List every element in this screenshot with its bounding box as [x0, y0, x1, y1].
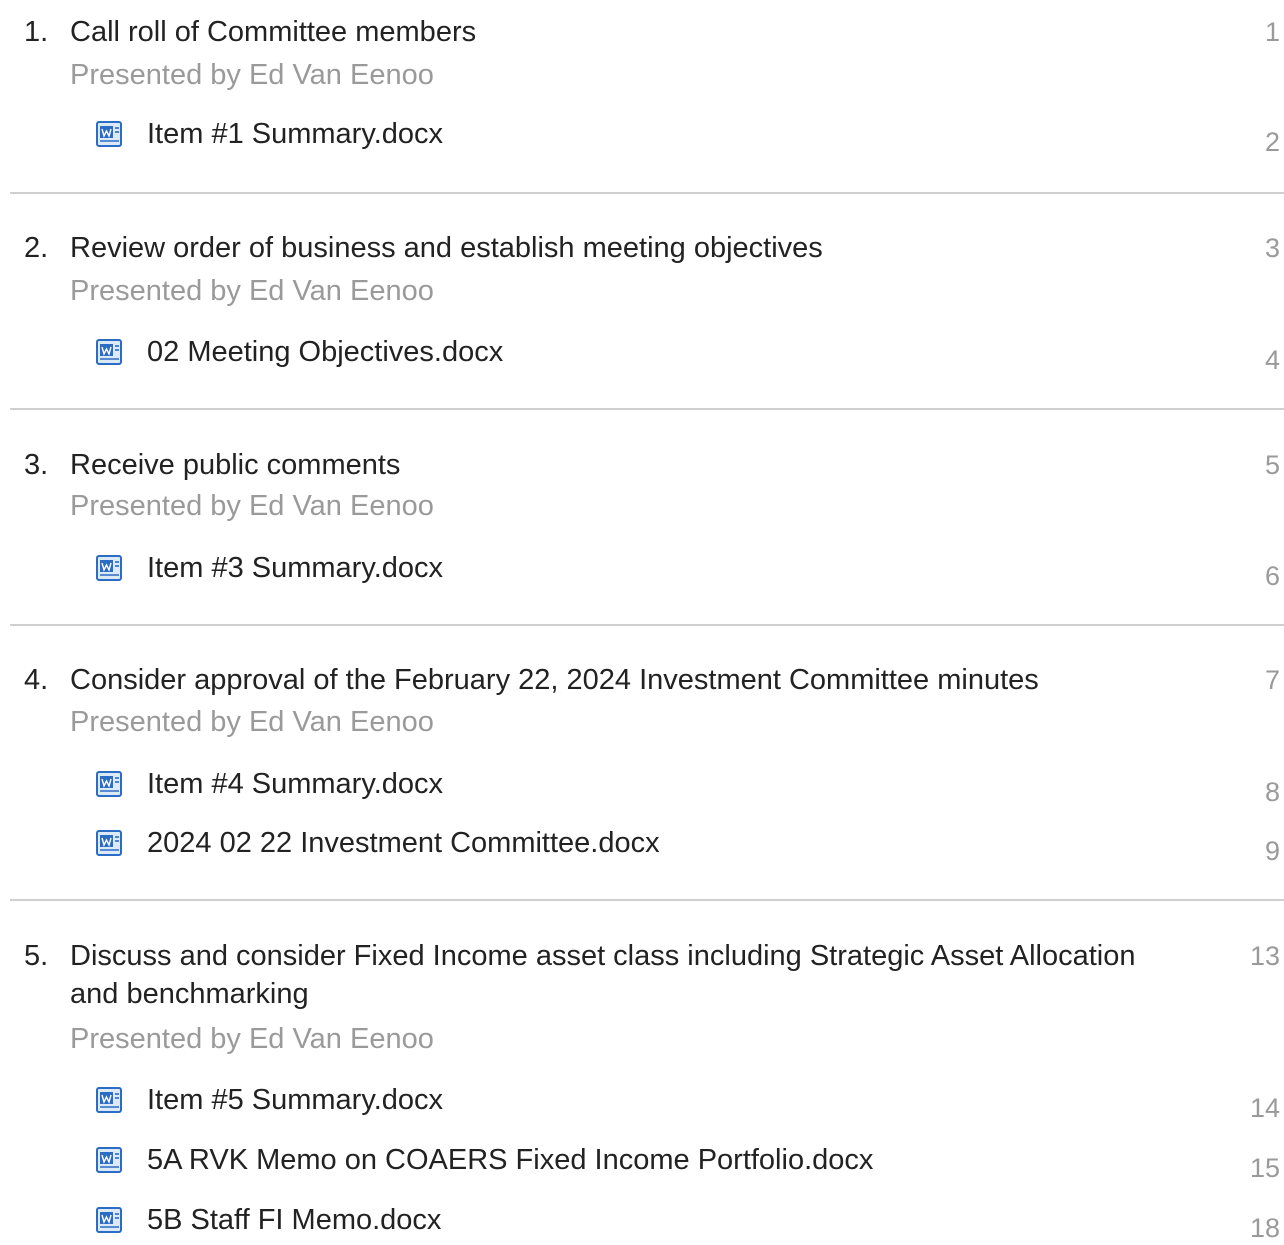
attachment-page[interactable]: 8 [1265, 775, 1280, 809]
agenda-item-title[interactable]: Consider approval of the February 22, 20… [70, 661, 1130, 699]
agenda-item-number: 5. [24, 940, 49, 972]
attachment-link[interactable]: 2024 02 22 Investment Committee.docx 9 [96, 826, 1284, 866]
word-document-icon [96, 339, 122, 365]
attachment-page[interactable]: 6 [1265, 559, 1280, 593]
attachment-link[interactable]: Item #4 Summary.docx 8 [96, 767, 1284, 807]
agenda-item-title[interactable]: Receive public comments [70, 446, 1130, 484]
agenda-item-title[interactable]: Review order of business and establish m… [70, 229, 1130, 267]
attachment-name[interactable]: Item #3 Summary.docx [147, 551, 443, 585]
agenda-item-page[interactable]: 13 [1250, 939, 1280, 973]
word-document-icon [96, 1087, 122, 1113]
agenda-list: 1. Call roll of Committee members 1 Pres… [0, 0, 1284, 1243]
agenda-item-presenter: Presented by Ed Van Eenoo [70, 490, 434, 522]
attachment-page[interactable]: 14 [1250, 1091, 1280, 1125]
divider [10, 899, 1284, 901]
attachment-page[interactable]: 2 [1265, 125, 1280, 159]
attachment-page[interactable]: 15 [1250, 1151, 1280, 1185]
attachment-link[interactable]: 02 Meeting Objectives.docx 4 [96, 335, 1284, 375]
word-document-icon [96, 121, 122, 147]
divider [10, 192, 1284, 194]
word-document-icon [96, 830, 122, 856]
agenda-item-presenter: Presented by Ed Van Eenoo [70, 59, 434, 91]
agenda-item-page[interactable]: 5 [1265, 448, 1280, 482]
agenda-item-presenter: Presented by Ed Van Eenoo [70, 275, 434, 307]
word-document-icon [96, 771, 122, 797]
agenda-item-presenter: Presented by Ed Van Eenoo [70, 1023, 434, 1055]
attachment-link[interactable]: Item #5 Summary.docx 14 [96, 1083, 1284, 1123]
attachment-name[interactable]: 2024 02 22 Investment Committee.docx [147, 826, 660, 860]
agenda-item-presenter: Presented by Ed Van Eenoo [70, 706, 434, 738]
agenda-item-page[interactable]: 7 [1265, 663, 1280, 697]
agenda-item-page[interactable]: 1 [1265, 15, 1280, 49]
attachment-name[interactable]: Item #4 Summary.docx [147, 767, 443, 801]
attachment-name[interactable]: 5B Staff FI Memo.docx [147, 1203, 441, 1237]
attachment-name[interactable]: 02 Meeting Objectives.docx [147, 335, 503, 369]
agenda-item-title[interactable]: Discuss and consider Fixed Income asset … [70, 937, 1150, 1013]
attachment-page[interactable]: 18 [1250, 1211, 1280, 1245]
attachment-page[interactable]: 9 [1265, 834, 1280, 868]
attachment-link[interactable]: Item #3 Summary.docx 6 [96, 551, 1284, 591]
attachment-name[interactable]: Item #1 Summary.docx [147, 117, 443, 151]
attachment-link[interactable]: Item #1 Summary.docx 2 [96, 117, 1284, 157]
agenda-item-number: 2. [24, 232, 49, 264]
attachment-link[interactable]: 5A RVK Memo on COAERS Fixed Income Portf… [96, 1143, 1284, 1183]
divider [10, 408, 1284, 410]
word-document-icon [96, 555, 122, 581]
agenda-item-page[interactable]: 3 [1265, 231, 1280, 265]
attachment-name[interactable]: Item #5 Summary.docx [147, 1083, 443, 1117]
attachment-page[interactable]: 4 [1265, 343, 1280, 377]
agenda-item-number: 3. [24, 449, 49, 481]
word-document-icon [96, 1147, 122, 1173]
agenda-item-number: 1. [24, 16, 49, 48]
divider [10, 624, 1284, 626]
agenda-item-title[interactable]: Call roll of Committee members [70, 13, 1130, 51]
agenda-item-number: 4. [24, 664, 49, 696]
attachment-name[interactable]: 5A RVK Memo on COAERS Fixed Income Portf… [147, 1143, 873, 1177]
attachment-link[interactable]: 5B Staff FI Memo.docx 18 [96, 1203, 1284, 1243]
word-document-icon [96, 1207, 122, 1233]
